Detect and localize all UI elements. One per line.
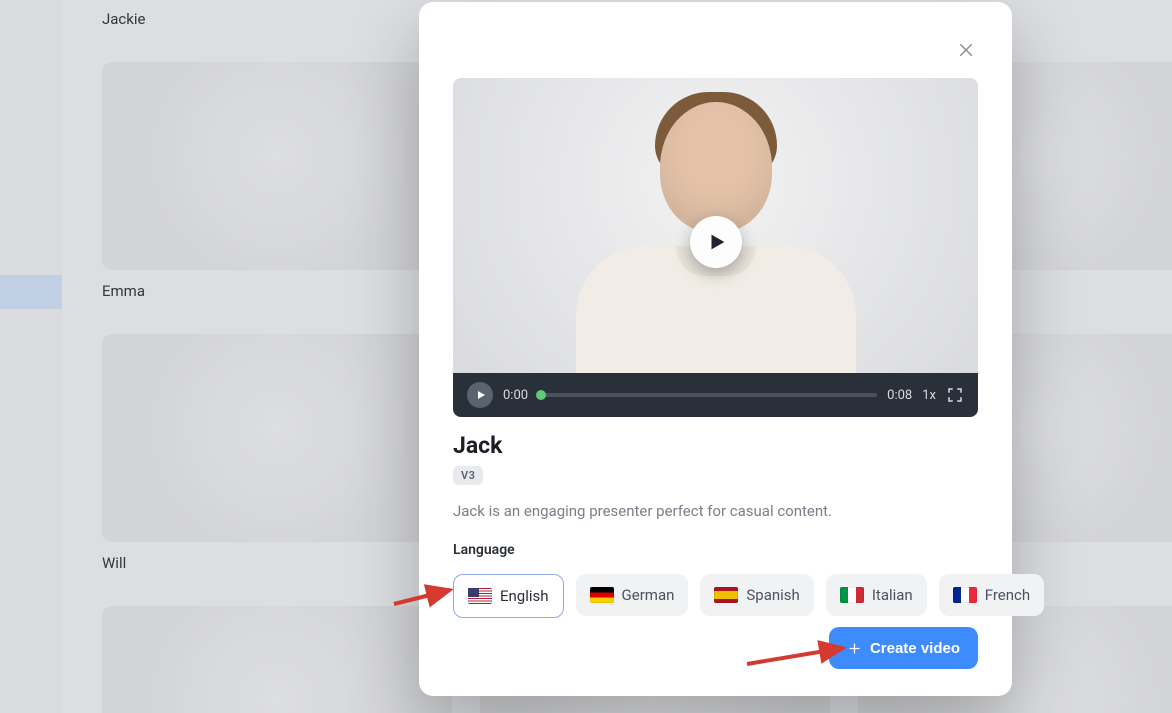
flag-fr-icon <box>953 587 977 603</box>
page: Jackie Emma <box>0 0 1172 713</box>
close-icon <box>957 41 975 59</box>
play-icon <box>475 389 487 401</box>
playback-speed-button[interactable]: 1x <box>922 388 936 403</box>
play-icon <box>706 231 728 253</box>
language-label: Language <box>453 542 515 558</box>
fullscreen-icon[interactable] <box>946 386 964 404</box>
language-option-english[interactable]: English <box>453 574 564 618</box>
video-preview[interactable]: 0:00 0:08 1x <box>453 78 978 417</box>
language-label-text: German <box>622 586 675 604</box>
play-button[interactable] <box>467 382 493 408</box>
avatar-title: Jack <box>453 432 502 459</box>
flag-it-icon <box>840 587 864 603</box>
close-button[interactable] <box>954 38 978 62</box>
language-option-french[interactable]: French <box>939 574 1044 616</box>
flag-es-icon <box>714 587 738 603</box>
video-current-time: 0:00 <box>503 388 528 403</box>
language-label-text: Italian <box>872 586 913 604</box>
language-option-spanish[interactable]: Spanish <box>700 574 813 616</box>
create-video-label: Create video <box>870 640 960 657</box>
language-option-german[interactable]: German <box>576 574 689 616</box>
flag-us-icon <box>468 588 492 604</box>
language-label-text: French <box>985 586 1030 604</box>
video-seek-bar[interactable] <box>538 393 877 397</box>
version-badge: V3 <box>453 466 483 485</box>
language-option-italian[interactable]: Italian <box>826 574 927 616</box>
create-video-button[interactable]: Create video <box>829 627 978 669</box>
language-label-text: English <box>500 587 549 605</box>
video-duration: 0:08 <box>887 388 912 403</box>
avatar-description: Jack is an engaging presenter perfect fo… <box>453 502 978 520</box>
video-controls: 0:00 0:08 1x <box>453 373 978 417</box>
play-overlay-button[interactable] <box>690 216 742 268</box>
flag-de-icon <box>590 587 614 603</box>
language-list: English German Spanish Italian French <box>453 574 1044 618</box>
seek-knob[interactable] <box>536 390 546 400</box>
avatar-detail-modal: 0:00 0:08 1x Jack V3 Jack is an engaging… <box>419 2 1012 696</box>
language-label-text: Spanish <box>746 586 799 604</box>
plus-icon <box>847 641 862 656</box>
